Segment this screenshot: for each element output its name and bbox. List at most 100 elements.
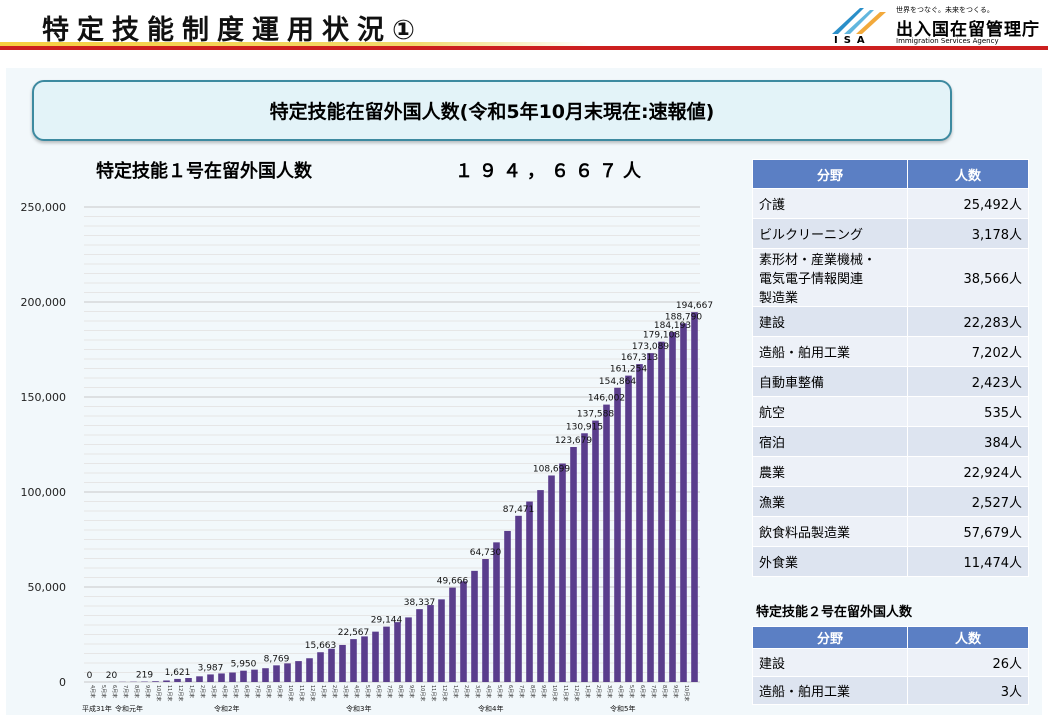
x-tick-label: 2月末 xyxy=(595,685,602,698)
bar xyxy=(504,530,511,682)
data-label: 108,699 xyxy=(533,464,570,474)
data-label: 8,769 xyxy=(264,654,290,664)
bar xyxy=(493,542,500,682)
x-tick-label: 11月末 xyxy=(166,685,173,701)
data-label: 64,730 xyxy=(470,548,502,558)
data-label: 1,621 xyxy=(165,668,191,678)
x-tick-label: 7月末 xyxy=(122,685,129,698)
y-tick-label: 200,000 xyxy=(21,296,67,309)
x-tick-label: 7月末 xyxy=(254,685,261,698)
data-label: 38,337 xyxy=(404,598,436,608)
x-tick-label: 9月末 xyxy=(144,685,151,698)
y-tick-label: 100,000 xyxy=(21,486,67,499)
x-tick-label: 4月末 xyxy=(485,685,492,698)
x-tick-label: 10月末 xyxy=(551,685,558,701)
bar xyxy=(317,652,324,682)
bar xyxy=(240,670,247,682)
bar xyxy=(570,447,577,682)
table1-count-cell: 38,566人 xyxy=(907,248,1029,307)
year-label: 令和3年 xyxy=(346,704,371,713)
table1-field-cell: 航空 xyxy=(752,396,908,427)
x-tick-label: 4月末 xyxy=(89,685,96,698)
bar xyxy=(636,364,643,682)
table1-field-cell: 素形材・産業機械・ 電気電子情報関連 製造業 xyxy=(752,248,908,307)
x-tick-label: 12月末 xyxy=(177,685,184,701)
bar xyxy=(669,332,676,682)
bar xyxy=(427,605,434,682)
bar-chart: 0 50,000 100,000 150,000 200,000 250,000 0 20 21… xyxy=(21,201,714,713)
x-tick-label: 6月末 xyxy=(111,685,118,698)
x-tick-label: 4月末 xyxy=(221,685,228,698)
x-tick-label: 4月末 xyxy=(353,685,360,698)
data-label: 146,002 xyxy=(588,394,625,404)
bar xyxy=(405,617,412,682)
table1-row: 飲食料品製造業 57,679人 xyxy=(752,516,1029,547)
bar xyxy=(614,387,621,682)
table2-row: 建設 26人 xyxy=(752,648,1029,677)
data-label: 3,987 xyxy=(198,663,224,673)
table1-field-cell: 造船・舶用工業 xyxy=(752,336,908,367)
year-label: 令和4年 xyxy=(478,704,503,713)
x-tick-label: 8月末 xyxy=(397,685,404,698)
x-tick-label: 4月末 xyxy=(617,685,624,698)
x-tick-label: 9月末 xyxy=(672,685,679,698)
table1-field-cell: 農業 xyxy=(752,456,908,487)
data-label: 87,471 xyxy=(503,505,535,515)
table1-row: ビルクリーニング 3,178人 xyxy=(752,218,1029,249)
y-tick-label: 0 xyxy=(59,676,66,689)
table1-row: 建設 22,283人 xyxy=(752,306,1029,337)
table1-count-cell: 2,423人 xyxy=(907,366,1029,397)
table1-field-cell: 外食業 xyxy=(752,546,908,577)
bar xyxy=(647,353,654,682)
x-tick-label: 9月末 xyxy=(408,685,415,698)
bar xyxy=(372,631,379,682)
x-tick-label: 1月末 xyxy=(584,685,591,698)
data-label: 137,588 xyxy=(577,410,614,420)
table2-count-cell: 3人 xyxy=(907,676,1029,705)
x-tick-label: 5月末 xyxy=(496,685,503,698)
data-label: 29,144 xyxy=(371,616,403,626)
x-tick-label: 7月末 xyxy=(518,685,525,698)
data-label: 154,864 xyxy=(599,377,636,387)
isa-logo: ISA 世界をつなぐ。未来をつくる。 出入国在留管理庁 Immigration … xyxy=(826,4,1046,48)
table1-header-field: 分野 xyxy=(752,159,908,189)
table1-count-cell: 11,474人 xyxy=(907,546,1029,577)
x-tick-label: 8月末 xyxy=(265,685,272,698)
table1-count-cell: 22,924人 xyxy=(907,456,1029,487)
bar xyxy=(449,587,456,682)
data-label: 123,679 xyxy=(555,436,592,446)
bar xyxy=(196,676,203,682)
bar xyxy=(295,661,302,682)
table1-row: 外食業 11,474人 xyxy=(752,546,1029,577)
bar xyxy=(526,501,533,682)
bar xyxy=(251,669,258,682)
data-label: 0 xyxy=(87,671,93,681)
bar xyxy=(658,341,665,682)
table1-header-count: 人数 xyxy=(907,159,1029,189)
table1-count-cell: 25,492人 xyxy=(907,188,1029,219)
bar xyxy=(273,665,280,682)
table1-count-cell: 22,283人 xyxy=(907,306,1029,337)
x-tick-label: 9月末 xyxy=(540,685,547,698)
table1-field-cell: 自動車整備 xyxy=(752,366,908,397)
x-tick-label: 6月末 xyxy=(243,685,250,698)
x-tick-label: 3月末 xyxy=(606,685,613,698)
bar xyxy=(460,581,467,682)
bar xyxy=(339,644,346,682)
table1-count-cell: 57,679人 xyxy=(907,516,1029,547)
x-tick-label: 6月末 xyxy=(507,685,514,698)
summary-label: 特定技能１号在留外国人数 xyxy=(96,161,312,182)
bar xyxy=(515,515,522,682)
bar xyxy=(229,672,236,682)
x-tick-label: 10月末 xyxy=(287,685,294,701)
table1-row: 介護 25,492人 xyxy=(752,188,1029,219)
y-tick-label: 50,000 xyxy=(28,581,67,594)
bar xyxy=(207,674,214,682)
bar xyxy=(537,490,544,682)
table2-field-cell: 造船・舶用工業 xyxy=(752,676,908,705)
bar xyxy=(625,375,632,682)
bar xyxy=(185,678,192,682)
bar xyxy=(680,323,687,682)
table1-field-cell: 飲食料品製造業 xyxy=(752,516,908,547)
bar xyxy=(394,622,401,682)
